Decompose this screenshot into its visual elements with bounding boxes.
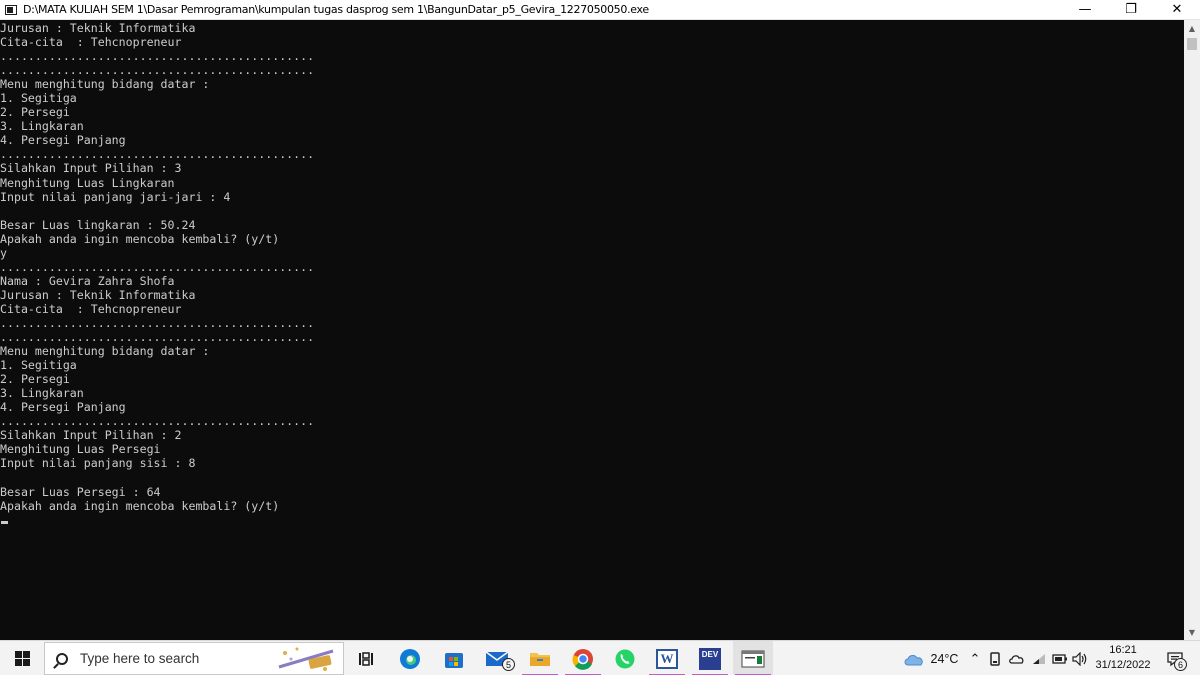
window-controls: — ❐ ✕ [1062, 0, 1200, 20]
start-button[interactable] [0, 641, 44, 675]
console-line: Menu menghitung bidang datar : [0, 344, 210, 359]
text-cursor [1, 520, 8, 524]
search-placeholder: Type here to search [80, 651, 200, 666]
console-line: ........................................… [0, 330, 315, 345]
window-titlebar: D:\MATA KULIAH SEM 1\Dasar Pemrograman\k… [0, 0, 1200, 20]
search-highlight-illustration-icon [278, 647, 334, 671]
search-icon [56, 652, 68, 665]
window-title: D:\MATA KULIAH SEM 1\Dasar Pemrograman\k… [23, 3, 649, 16]
onedrive-cloud-icon [1009, 654, 1024, 664]
console-line: 3. Lingkaran [0, 119, 84, 134]
scroll-thumb[interactable] [1187, 38, 1197, 50]
devcpp-icon-label: DEV [701, 649, 719, 659]
device-icon [990, 651, 1000, 666]
console-text: Jurusan : Teknik Informatika Cita-cita : … [0, 21, 1184, 513]
taskbar-edge[interactable] [390, 641, 430, 675]
console-line: Nama : Gevira Zahra Shofa [0, 273, 175, 288]
console-line: ........................................… [0, 315, 315, 330]
console-output-area[interactable]: Jurusan : Teknik Informatika Cita-cita : … [0, 20, 1184, 640]
console-line: Jurusan : Teknik Informatika [0, 21, 196, 35]
mail-unread-badge: 5 [502, 658, 515, 671]
store-icon [445, 652, 463, 668]
console-line: ........................................… [0, 49, 315, 64]
battery-icon [1052, 653, 1067, 664]
console-line: Besar Luas lingkaran : 50.24 [0, 217, 196, 232]
whatsapp-icon [615, 649, 635, 668]
console-line: 3. Lingkaran [0, 386, 84, 401]
tray-device-button[interactable] [986, 641, 1004, 675]
console-line: Apakah anda ingin mencoba kembali? (y/t) [0, 498, 280, 513]
clock-date: 31/12/2022 [1095, 659, 1151, 671]
console-line: Cita-cita : Tehcnopreneur [0, 35, 182, 50]
console-line: Menghitung Luas Lingkaran [0, 175, 175, 190]
console-line: Jurusan : Teknik Informatika [0, 287, 196, 302]
console-line: Silahkan Input Pilihan : 3 [0, 161, 182, 176]
taskbar-whatsapp[interactable] [605, 641, 645, 675]
taskbar-clock[interactable]: 16:21 31/12/2022 [1090, 643, 1156, 673]
taskbar-word[interactable]: W [647, 641, 687, 675]
scroll-down-arrow-icon[interactable]: ▼ [1184, 624, 1200, 640]
console-line: y [0, 245, 7, 260]
show-hidden-icons-button[interactable]: ⌃ [966, 641, 984, 675]
tray-battery-button[interactable] [1050, 641, 1070, 675]
vertical-scrollbar[interactable]: ▲ ▼ [1184, 20, 1200, 640]
console-line: Input nilai panjang sisi : 8 [0, 456, 196, 471]
console-line: Cita-cita : Tehcnopreneur [0, 301, 182, 316]
chevron-up-icon: ⌃ [969, 650, 981, 666]
devcpp-icon: DEV [699, 647, 721, 670]
console-line: 4. Persegi Panjang [0, 133, 126, 148]
taskbar-search-box[interactable]: Type here to search [44, 642, 344, 675]
console-line: Apakah anda ingin mencoba kembali? (y/t) [0, 231, 280, 246]
scroll-up-arrow-icon[interactable]: ▲ [1184, 20, 1200, 36]
console-window-icon [741, 650, 765, 667]
console-line: ........................................… [0, 63, 315, 78]
task-view-button[interactable] [346, 641, 386, 675]
console-line: Besar Luas Persegi : 64 [0, 484, 161, 499]
tray-wifi-button[interactable] [1030, 641, 1048, 675]
taskbar-file-explorer[interactable] [520, 641, 560, 675]
folder-icon [530, 652, 550, 666]
cloud-icon [904, 654, 923, 665]
chrome-icon [572, 648, 593, 670]
task-view-icon [359, 651, 373, 666]
word-icon-label: W [660, 650, 674, 666]
weather-temperature: 24°C [930, 651, 959, 666]
windows-logo-icon [14, 651, 30, 666]
console-line: ........................................… [0, 259, 315, 274]
wifi-icon [1033, 653, 1045, 664]
taskbar-chrome[interactable] [563, 641, 603, 675]
console-line: 1. Segitiga [0, 91, 77, 106]
console-line: Menu menghitung bidang datar : [0, 77, 210, 92]
console-line: Menghitung Luas Persegi [0, 442, 161, 457]
close-button[interactable]: ✕ [1154, 0, 1200, 20]
taskbar-mail[interactable]: 5 [478, 641, 518, 675]
console-line: ........................................… [0, 147, 315, 162]
console-line: 2. Persegi [0, 105, 70, 120]
volume-icon [1072, 651, 1087, 666]
console-line: 4. Persegi Panjang [0, 400, 126, 415]
console-line: Silahkan Input Pilihan : 2 [0, 428, 182, 443]
weather-widget[interactable]: 24°C [898, 641, 962, 675]
console-line: Input nilai panjang jari-jari : 4 [0, 189, 231, 204]
console-line: ........................................… [0, 414, 315, 429]
restore-button[interactable]: ❐ [1108, 0, 1154, 20]
console-app-icon [5, 4, 17, 15]
edge-icon [400, 648, 420, 669]
taskbar-console-window[interactable] [733, 641, 773, 675]
minimize-button[interactable]: — [1062, 0, 1108, 20]
taskbar: Type here to search 5 W DEV 24°C ⌃ 16:21… [0, 640, 1200, 675]
taskbar-devcpp[interactable]: DEV [690, 641, 730, 675]
word-icon: W [656, 648, 678, 669]
notification-center-button[interactable]: 6 [1160, 641, 1190, 675]
notification-count-badge: 6 [1174, 658, 1187, 671]
tray-onedrive-button[interactable] [1006, 641, 1028, 675]
taskbar-store[interactable] [434, 641, 474, 675]
clock-time: 16:21 [1109, 644, 1137, 656]
console-line: 2. Persegi [0, 372, 70, 387]
tray-volume-button[interactable] [1070, 641, 1090, 675]
console-line: 1. Segitiga [0, 358, 77, 373]
